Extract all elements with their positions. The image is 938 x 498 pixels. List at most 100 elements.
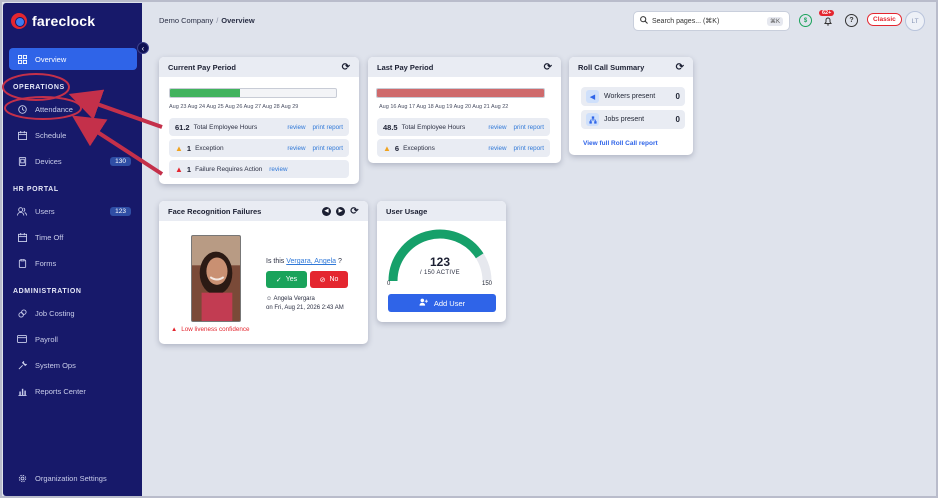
users-count-badge: 123 <box>110 206 131 216</box>
gear-icon <box>17 473 27 483</box>
card-header: Roll Call Summary ⟳ <box>569 57 693 77</box>
breadcrumb-company[interactable]: Demo Company <box>159 16 213 25</box>
section-operations: OPERATIONS <box>13 84 65 91</box>
review-link[interactable]: review <box>287 124 305 131</box>
brand-name: fareclock <box>32 13 96 29</box>
pay-period-dates: Aug 16 Aug 17 Aug 18 Aug 19 Aug 20 Aug 2… <box>379 104 509 110</box>
print-report-link[interactable]: print report <box>313 145 343 152</box>
sidebar-item-system-ops[interactable]: System Ops <box>9 354 137 376</box>
search-input[interactable]: Search pages... (⌘K) ⌘K <box>633 11 790 31</box>
sidebar-item-time-off[interactable]: Time Off <box>9 226 137 248</box>
exceptions-row: ▲ 1 Exception review print report <box>169 139 349 157</box>
yes-label: Yes <box>285 276 298 283</box>
sidebar-item-label: Forms <box>35 258 57 268</box>
exceptions-value: 6 <box>394 143 400 153</box>
workers-present-row: ◀ Workers present 0 <box>581 87 685 106</box>
notification-count-badge: 62+ <box>819 10 835 16</box>
sidebar-item-schedule[interactable]: Schedule <box>9 124 137 146</box>
device-icon <box>17 156 27 166</box>
megaphone-icon: ◀ <box>586 90 599 103</box>
sidebar-item-users[interactable]: Users 123 <box>9 200 137 222</box>
roll-call-report-link[interactable]: View full Roll Call report <box>583 140 658 147</box>
bar-chart-icon <box>17 386 27 396</box>
warning-icon: ▲ <box>171 326 178 333</box>
pay-period-progress-bar <box>376 88 545 98</box>
refresh-icon[interactable]: ⟳ <box>342 62 350 73</box>
no-button[interactable]: ⊘ No <box>310 271 348 288</box>
pay-period-progress-bar <box>169 88 337 98</box>
sidebar-item-label: Time Off <box>35 232 64 242</box>
sidebar-item-payroll[interactable]: Payroll <box>9 328 137 350</box>
breadcrumb: Demo Company / Overview <box>159 16 255 25</box>
print-report-link[interactable]: print report <box>514 145 544 152</box>
search-icon <box>640 16 648 26</box>
hours-value: 61.2 <box>175 122 190 132</box>
clipboard-icon <box>17 258 27 268</box>
add-user-button[interactable]: Add User <box>388 294 496 312</box>
sidebar-item-job-costing[interactable]: Job Costing <box>9 302 137 324</box>
sidebar-item-label: Schedule <box>35 130 67 140</box>
gauge-max-label: 150 <box>482 281 493 287</box>
avatar[interactable]: LT <box>905 11 925 31</box>
failures-value: 1 <box>186 164 192 174</box>
help-icon[interactable]: ? <box>845 14 858 27</box>
devices-count-badge: 130 <box>110 156 131 166</box>
top-bar: Demo Company / Overview Search pages... … <box>142 3 935 37</box>
review-link[interactable]: review <box>287 145 305 152</box>
employee-name-link[interactable]: Vergara, Angela <box>286 258 336 265</box>
refresh-icon[interactable]: ⟳ <box>350 206 359 217</box>
exceptions-row: ▲ 6 Exceptions review print report <box>377 139 550 157</box>
print-report-link[interactable]: print report <box>514 124 544 131</box>
sidebar-item-reports-center[interactable]: Reports Center <box>9 380 137 402</box>
face-match-question: Is this Vergara, Angela ? <box>266 258 342 265</box>
sidebar-item-label: Devices <box>35 156 62 166</box>
calendar-icon <box>17 232 27 242</box>
calendar-icon <box>17 130 27 140</box>
sidebar-item-overview[interactable]: Overview <box>9 48 137 70</box>
refresh-icon[interactable]: ⟳ <box>676 62 684 73</box>
print-report-link[interactable]: print report <box>313 124 343 131</box>
tag-icon <box>17 308 27 318</box>
warning-icon: ▲ <box>383 143 391 153</box>
review-link[interactable]: review <box>488 124 506 131</box>
credits-coin-icon[interactable]: $ <box>799 14 812 27</box>
usage-value: 123 <box>429 255 451 269</box>
sidebar-item-label: Payroll <box>35 334 58 344</box>
grid-icon <box>17 54 27 64</box>
sidebar-item-devices[interactable]: Devices 130 <box>9 150 137 172</box>
card-header: User Usage <box>377 201 506 221</box>
no-label: No <box>329 276 339 283</box>
yes-button[interactable]: ✓ Yes <box>266 271 307 288</box>
sidebar-item-label: Organization Settings <box>35 473 107 483</box>
previous-arrow-icon[interactable]: ◀ <box>322 206 331 216</box>
hours-value: 48.5 <box>383 122 398 132</box>
hours-label: Total Employee Hours <box>193 123 258 131</box>
breadcrumb-current-page: Overview <box>221 16 255 25</box>
users-icon <box>17 206 27 216</box>
jobs-present-value: 0 <box>675 115 680 124</box>
card-header: Current Pay Period ⟳ <box>159 57 359 77</box>
exceptions-value: 1 <box>186 143 192 153</box>
sidebar-item-forms[interactable]: Forms <box>9 252 137 274</box>
refresh-icon[interactable]: ⟳ <box>544 62 552 73</box>
face-photo <box>191 235 241 322</box>
review-link[interactable]: review <box>488 145 506 152</box>
sidebar-item-label: Job Costing <box>35 308 75 318</box>
hours-label: Total Employee Hours <box>401 123 466 131</box>
add-user-label: Add User <box>433 298 466 308</box>
brand[interactable]: fareclock <box>11 13 95 29</box>
collapse-sidebar-chevron-icon[interactable]: ‹ <box>137 42 149 54</box>
classic-view-toggle[interactable]: Classic <box>867 13 902 26</box>
face-recognition-failures-card: Face Recognition Failures ◀ ▶ ⟳ Is this … <box>159 201 368 344</box>
review-link[interactable]: review <box>269 166 287 173</box>
card-title: Last Pay Period <box>377 62 434 72</box>
sidebar-item-organization-settings[interactable]: Organization Settings <box>9 467 137 489</box>
search-placeholder: Search pages... (⌘K) <box>652 18 720 25</box>
hours-row: 61.2 Total Employee Hours review print r… <box>169 118 349 136</box>
next-arrow-icon[interactable]: ▶ <box>336 206 345 216</box>
punch-employee-name: Angela Vergara <box>273 296 315 302</box>
liveness-warning: ▲ Low liveness confidence <box>171 326 250 333</box>
sidebar-item-attendance[interactable]: Attendance <box>9 98 137 120</box>
exceptions-label: Exceptions <box>403 144 435 152</box>
current-pay-period-card: Current Pay Period ⟳ Aug 23 Aug 24 Aug 2… <box>159 57 359 184</box>
